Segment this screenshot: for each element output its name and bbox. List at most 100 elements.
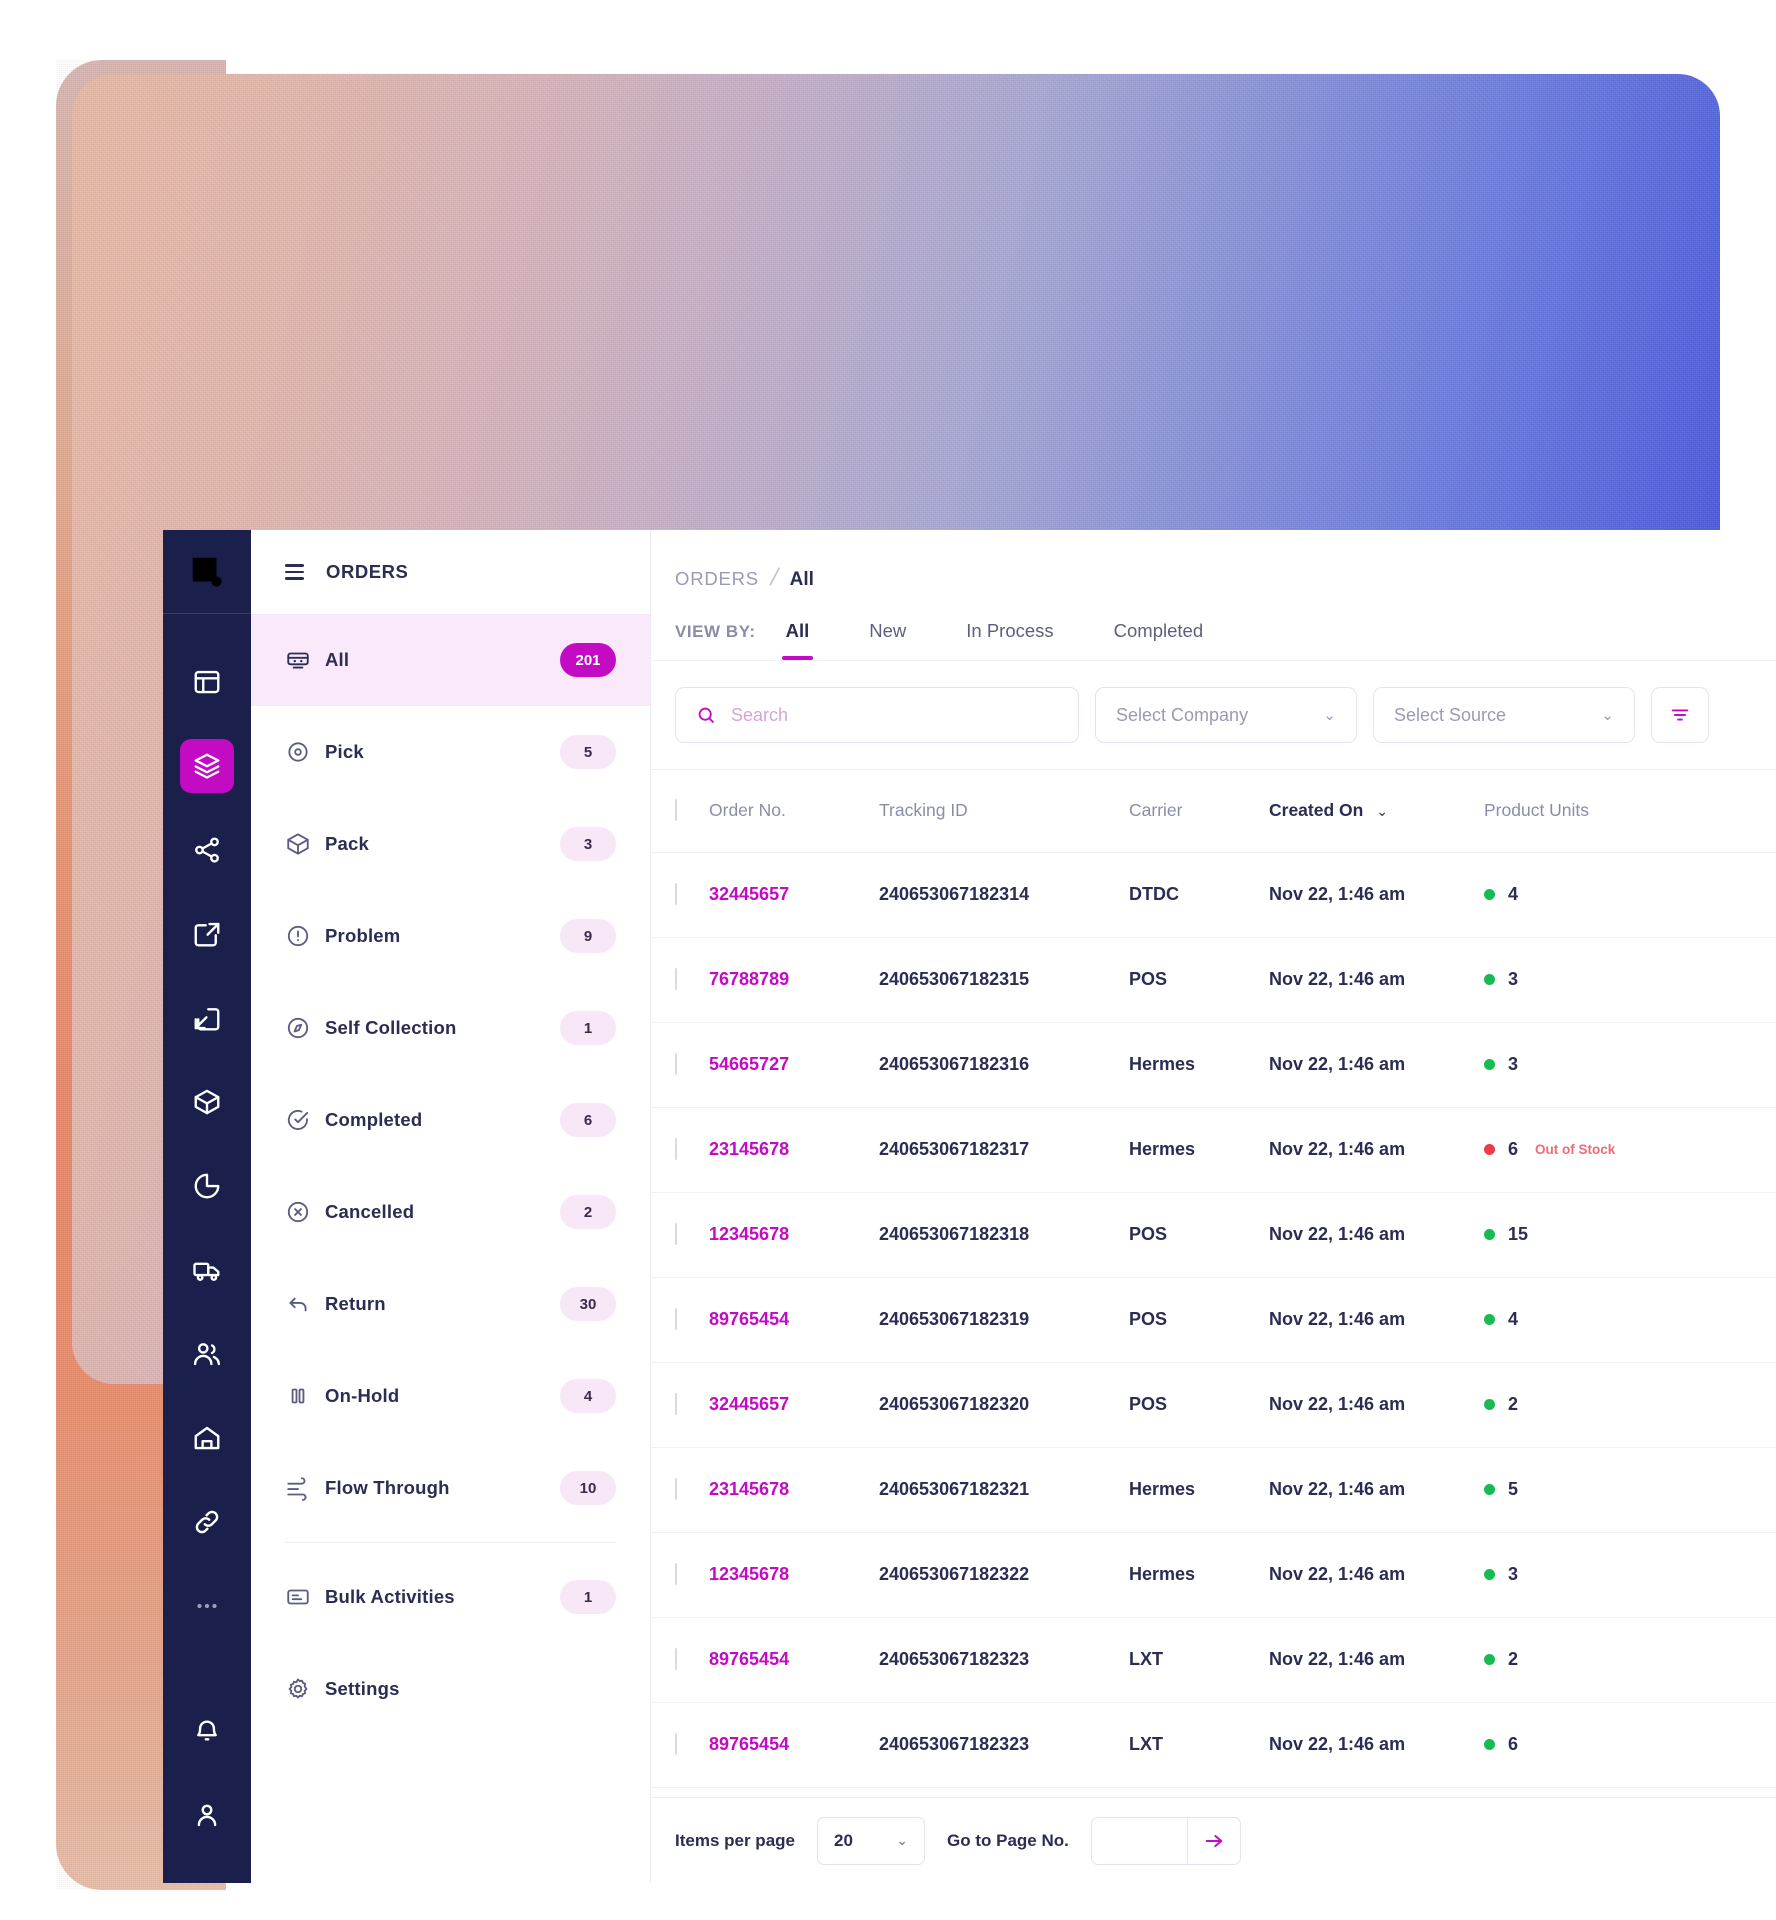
col-product-units[interactable]: Product Units [1484, 770, 1776, 853]
table-row[interactable]: 12345678 240653067182318 POS Nov 22, 1:46 a… [651, 1192, 1776, 1278]
table-row[interactable]: 89765454240653067182323LXTNov 22, 1:46 a… [651, 1702, 1776, 1788]
app-logo[interactable] [163, 530, 251, 614]
sidebar-item-label: Bulk Activities [325, 1586, 455, 1607]
rail-bottom-items [163, 1689, 251, 1883]
col-order-no[interactable]: Order No. [709, 770, 879, 853]
layers-icon [194, 753, 220, 779]
row-checkbox[interactable] [675, 1478, 677, 1500]
sidebar-item-cancelled[interactable]: Cancelled 2 [251, 1166, 650, 1258]
cell-order-no[interactable]: 76788789 [709, 937, 879, 1023]
cell-order-no[interactable]: 32445657 [709, 852, 879, 938]
table-row[interactable]: 89765454 240653067182319 POS Nov 22, 1:46 a… [651, 1277, 1776, 1363]
row-checkbox[interactable] [675, 1223, 677, 1245]
cell-order-no[interactable]: 89765454 [709, 1617, 879, 1703]
row-checkbox[interactable] [675, 1563, 677, 1585]
col-tracking-id[interactable]: Tracking ID [879, 770, 1129, 853]
row-checkbox[interactable] [675, 1733, 677, 1755]
goto-page-input[interactable] [1090, 1816, 1187, 1865]
table-row[interactable]: 23145678 240653067182321 Hermes Nov 22, 1:4… [651, 1447, 1776, 1533]
sidebar-item-all[interactable]: All 201 [251, 614, 650, 706]
row-checkbox[interactable] [675, 883, 677, 905]
cell-tracking-id: 240653067182323 [879, 1702, 1129, 1788]
cell-order-no[interactable]: 54665727 [709, 1022, 879, 1108]
row-checkbox[interactable] [675, 1053, 677, 1075]
row-checkbox[interactable] [675, 1393, 677, 1415]
tab-in-process[interactable]: In Process [936, 620, 1083, 660]
sidebar-item-self-collection[interactable]: Self Collection 1 [251, 982, 650, 1074]
rail-item-profile[interactable] [163, 1773, 251, 1857]
sidebar-item-on-hold[interactable]: On-Hold 4 [251, 1350, 650, 1442]
sidebar-item-pick[interactable]: Pick 5 [251, 706, 650, 798]
cell-order-no[interactable]: 23145678 [709, 1447, 879, 1533]
cell-created-on: Nov 22, 1:46 am [1269, 1447, 1484, 1533]
table-row[interactable]: 32445657 240653067182314 DTDC Nov 22, 1:46 … [651, 852, 1776, 938]
col-carrier[interactable]: Carrier [1129, 770, 1269, 853]
rail-item-more[interactable] [163, 1564, 251, 1648]
units-value: 4 [1508, 884, 1519, 904]
source-select[interactable]: Select Source ⌄ [1373, 687, 1635, 743]
rail-item-users[interactable] [163, 1312, 251, 1396]
units-value: 15 [1508, 1224, 1529, 1244]
rail-item-reports[interactable] [163, 1144, 251, 1228]
rail-item-outbound[interactable] [163, 892, 251, 976]
sidebar-item-settings[interactable]: Settings [251, 1643, 650, 1735]
row-checkbox[interactable] [675, 968, 677, 990]
search-input[interactable]: Search [675, 687, 1079, 743]
rail-item-orders[interactable] [163, 724, 251, 808]
tab-all[interactable]: All [756, 620, 840, 660]
tab-new[interactable]: New [839, 620, 936, 660]
sidebar-item-problem[interactable]: Problem 9 [251, 890, 650, 982]
cell-carrier: Hermes [1129, 1022, 1269, 1108]
cell-order-no[interactable]: 12345678 [709, 1532, 879, 1618]
cell-carrier: LXT [1129, 1702, 1269, 1788]
cell-created-on: Nov 22, 1:46 am [1269, 1702, 1484, 1788]
hamburger-icon[interactable] [285, 564, 304, 580]
units-value: 5 [1508, 1479, 1519, 1499]
table-row[interactable]: 32445657 240653067182320 POS Nov 22, 1:46 a… [651, 1362, 1776, 1448]
items-per-page-select[interactable]: 20 ⌄ [817, 1816, 925, 1865]
cell-order-no[interactable]: 23145678 [709, 1107, 879, 1193]
sidebar-item-return[interactable]: Return 30 [251, 1258, 650, 1350]
table-row[interactable]: 12345678 240653067182322 Hermes Nov 22, 1:4… [651, 1532, 1776, 1618]
cell-order-no[interactable]: 12345678 [709, 1192, 879, 1278]
search-placeholder: Search [731, 704, 789, 725]
sidebar-item-flow-through[interactable]: Flow Through 10 [251, 1442, 650, 1534]
row-checkbox[interactable] [675, 1138, 677, 1160]
rail-item-dashboard[interactable] [163, 640, 251, 724]
inbound-icon [194, 1008, 220, 1031]
row-select-cell [651, 1447, 709, 1533]
rail-item-shipping[interactable] [163, 1228, 251, 1312]
more-dots-icon [197, 1603, 217, 1609]
rail-item-notifications[interactable] [163, 1689, 251, 1773]
cell-order-no[interactable]: 89765454 [709, 1702, 879, 1788]
cell-order-no[interactable]: 89765454 [709, 1277, 879, 1363]
sidebar-item-bulk-activities[interactable]: Bulk Activities 1 [251, 1551, 650, 1643]
sidebar-item-pack[interactable]: Pack 3 [251, 798, 650, 890]
table-row[interactable]: 54665727 240653067182316 Hermes Nov 22, 1:4… [651, 1022, 1776, 1108]
sidebar-item-label: Cancelled [325, 1201, 415, 1222]
table-row[interactable]: 23145678 240653067182317 Hermes Nov 22, 1:4… [651, 1107, 1776, 1193]
rail-item-warehouse[interactable] [163, 1396, 251, 1480]
select-all-checkbox[interactable] [675, 799, 677, 822]
cell-carrier: LXT [1129, 1787, 1269, 1797]
table-row[interactable]: 76788789 240653067182315 POS Nov 22, 1:46 a… [651, 937, 1776, 1023]
goto-page-button[interactable] [1186, 1816, 1241, 1865]
table-row[interactable]: 89765454240653067182323LXTNov 22, 1:46 a… [651, 1617, 1776, 1703]
rail-item-share[interactable] [163, 808, 251, 892]
rail-item-integrations[interactable] [163, 1480, 251, 1564]
filter-button[interactable] [1651, 687, 1709, 743]
cell-created-on: Nov 22, 1:46 am [1269, 852, 1484, 938]
rail-item-inbound[interactable] [163, 976, 251, 1060]
table-row[interactable]: 89765454240653067182323LXTNov 22, 1:46 a… [651, 1787, 1776, 1797]
rail-item-inventory[interactable] [163, 1060, 251, 1144]
cell-order-no[interactable]: 89765454 [709, 1787, 879, 1797]
cell-order-no[interactable]: 32445657 [709, 1362, 879, 1448]
company-select[interactable]: Select Company ⌄ [1095, 687, 1357, 743]
sidebar-item-completed[interactable]: Completed 6 [251, 1074, 650, 1166]
breadcrumb-parent[interactable]: ORDERS [675, 568, 759, 590]
col-created-on[interactable]: Created On ⌄ [1269, 770, 1484, 853]
row-select-cell [651, 1617, 709, 1703]
row-checkbox[interactable] [675, 1308, 677, 1330]
tab-completed[interactable]: Completed [1084, 620, 1233, 660]
row-checkbox[interactable] [675, 1648, 677, 1670]
